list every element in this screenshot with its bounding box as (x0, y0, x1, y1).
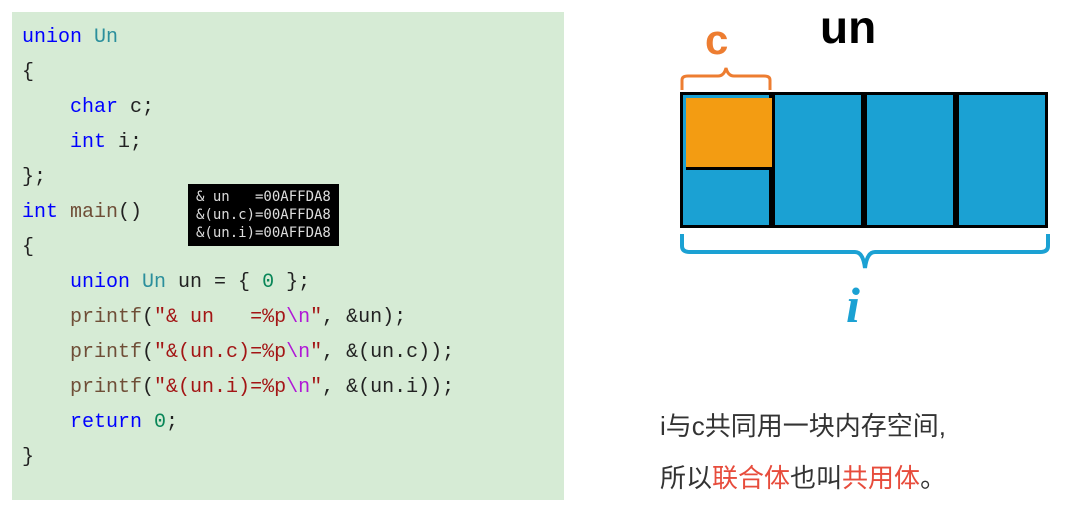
indent (22, 306, 70, 329)
brace: { (22, 236, 34, 259)
fn-main: main (58, 201, 118, 224)
var-i: i; (106, 131, 142, 154)
caption-red: 联合体 (712, 463, 790, 493)
bracket-i (680, 232, 1050, 272)
open: ( (142, 306, 154, 329)
indent (22, 341, 70, 364)
caption-text: i与c共同用一块内存空间, (660, 411, 946, 441)
brace: { (22, 61, 34, 84)
caption-text: 所以 (660, 463, 712, 493)
rest: , &un); (322, 306, 406, 329)
var-c: c; (118, 96, 154, 119)
caption-text: 也叫 (790, 463, 842, 493)
esc: \n (286, 376, 310, 399)
bracket-c (680, 66, 772, 92)
code-line: union Un un = { 0 }; (22, 265, 554, 300)
str: " (310, 306, 322, 329)
str: " (310, 376, 322, 399)
str: "& un =%p (154, 306, 286, 329)
kw-union: union (22, 271, 130, 294)
output-box: & un =00AFFDA8 &(un.c)=00AFFDA8 &(un.i)=… (188, 184, 339, 246)
caption-text: 。 (920, 463, 946, 493)
code-line: return 0; (22, 405, 554, 440)
code-line: { (22, 55, 554, 90)
code-line: printf("& un =%p\n", &un); (22, 300, 554, 335)
fn-printf: printf (70, 376, 142, 399)
kw-union: union (22, 26, 82, 49)
str: " (310, 341, 322, 364)
code-line: printf("&(un.c)=%p\n", &(un.c)); (22, 335, 554, 370)
open: ( (142, 341, 154, 364)
rest: , &(un.i)); (322, 376, 454, 399)
byte-cell (956, 92, 1048, 228)
num-zero: 0 (262, 271, 274, 294)
code-line: printf("&(un.i)=%p\n", &(un.i)); (22, 370, 554, 405)
brace-close: } (22, 446, 34, 469)
fn-printf: printf (70, 306, 142, 329)
esc: \n (286, 306, 310, 329)
paren: () (118, 201, 142, 224)
open: ( (142, 376, 154, 399)
code-line: char c; (22, 90, 554, 125)
byte-cell (680, 92, 772, 228)
semi: ; (166, 411, 178, 434)
esc: \n (286, 341, 310, 364)
c-byte-overlay (686, 98, 772, 170)
caption-line-2: 所以联合体也叫共用体。 (660, 452, 946, 504)
label-c: c (705, 16, 728, 64)
str: "&(un.i)=%p (154, 376, 286, 399)
type-Un: Un (82, 26, 118, 49)
caption-line-1: i与c共同用一块内存空间, (660, 400, 946, 452)
var-un: un = { (166, 271, 262, 294)
num-zero: 0 (142, 411, 166, 434)
rest: , &(un.c)); (322, 341, 454, 364)
code-line: union Un (22, 20, 554, 55)
output-line: &(un.i)=00AFFDA8 (196, 224, 331, 242)
code-line: int i; (22, 125, 554, 160)
kw-int: int (22, 201, 58, 224)
byte-cell (772, 92, 864, 228)
memory-cells (680, 92, 1050, 228)
indent (22, 376, 70, 399)
label-i: i (846, 276, 860, 334)
output-line: &(un.c)=00AFFDA8 (196, 206, 331, 224)
str: "&(un.c)=%p (154, 341, 286, 364)
kw-int: int (22, 131, 106, 154)
type-Un: Un (130, 271, 166, 294)
fn-printf: printf (70, 341, 142, 364)
code-panel: union Un { char c; int i; }; int main() … (12, 12, 564, 500)
end: }; (274, 271, 310, 294)
caption-red: 共用体 (842, 463, 920, 493)
kw-return: return (22, 411, 142, 434)
byte-cell (864, 92, 956, 228)
output-line: & un =00AFFDA8 (196, 188, 331, 206)
brace-close: }; (22, 166, 46, 189)
kw-char: char (22, 96, 118, 119)
code-line: } (22, 440, 554, 475)
caption: i与c共同用一块内存空间, 所以联合体也叫共用体。 (660, 400, 946, 504)
label-un: un (820, 0, 876, 54)
